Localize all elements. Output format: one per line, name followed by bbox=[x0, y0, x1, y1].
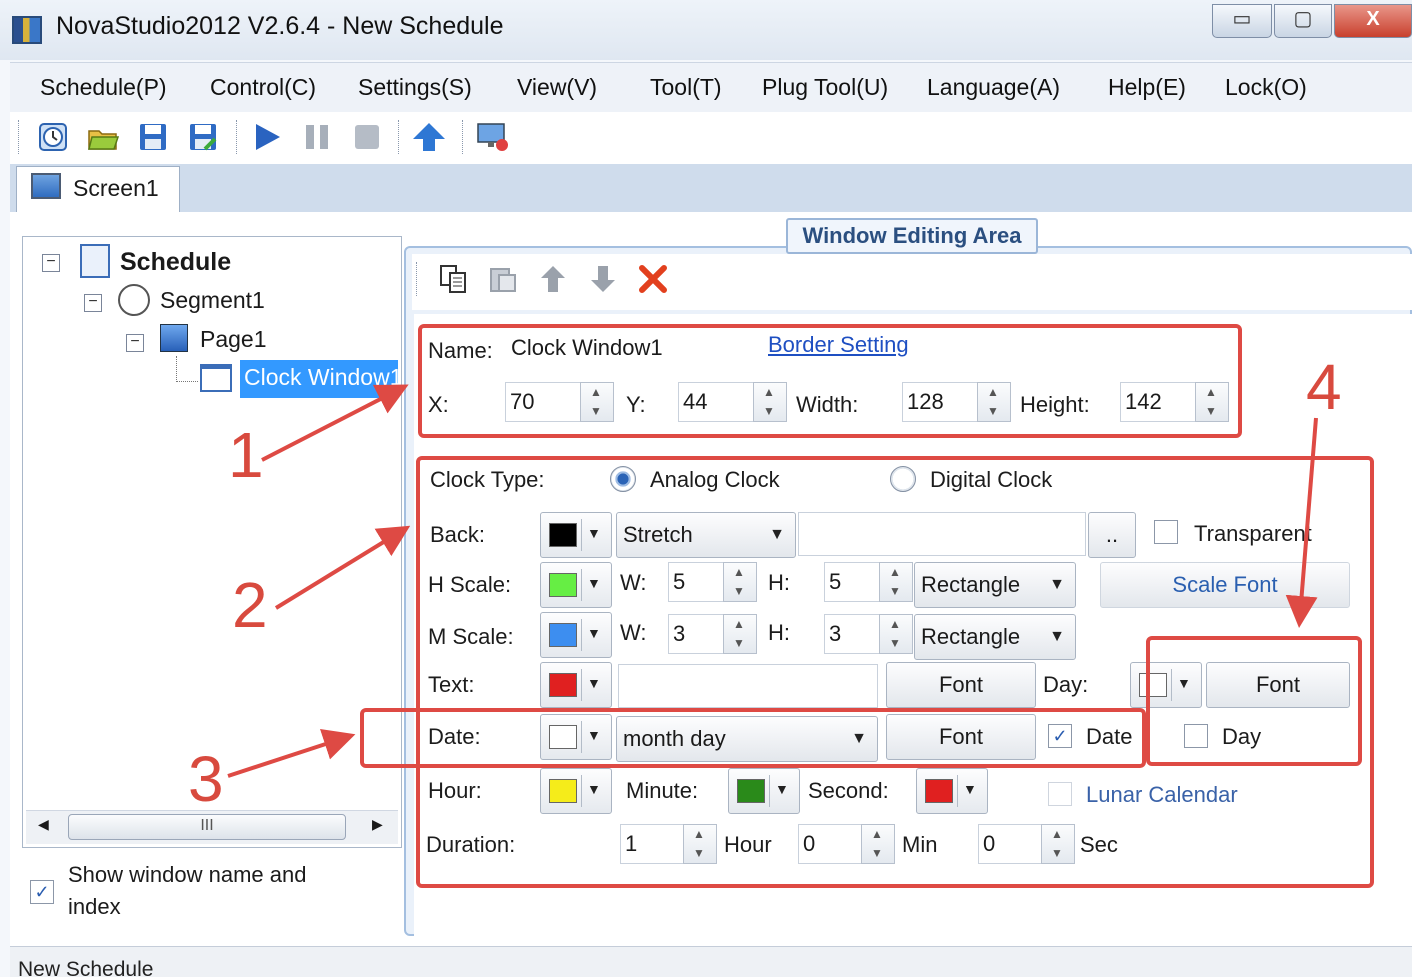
annotation-number-2: 2 bbox=[232, 569, 268, 641]
annotation-number-4: 4 bbox=[1306, 351, 1342, 423]
annotation-number-1: 1 bbox=[228, 419, 264, 491]
annotation-number-3: 3 bbox=[188, 743, 224, 815]
annotation-arrows bbox=[227, 384, 1318, 778]
status-bar bbox=[10, 946, 1412, 977]
status-text: New Schedule bbox=[18, 958, 154, 977]
